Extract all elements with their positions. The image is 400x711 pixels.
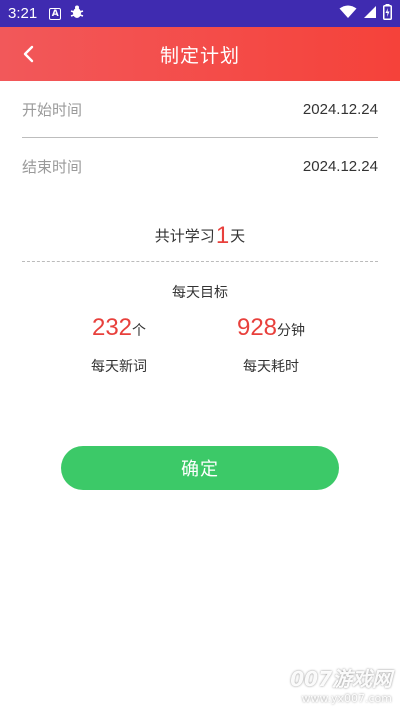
- wifi-icon: [339, 5, 357, 23]
- status-time: 3:21: [8, 5, 38, 22]
- status-icons: [339, 3, 392, 24]
- chevron-left-icon: [23, 45, 34, 63]
- end-time-value[interactable]: 2024.12.24: [303, 158, 378, 175]
- watermark-line2: www.yx007.com: [301, 692, 392, 705]
- battery-icon: [383, 3, 392, 24]
- confirm-button[interactable]: 确定: [61, 446, 339, 490]
- total-prefix: 共计学习: [154, 227, 215, 245]
- start-time-label: 开始时间: [22, 101, 83, 119]
- status-bar: 3:21 A: [0, 0, 400, 27]
- watermark: 007游戏网 www.yx007.com: [290, 663, 392, 705]
- bug-icon: [69, 4, 85, 23]
- time-spent-caption: 每天耗时: [243, 359, 299, 375]
- time-spent-unit: 分钟: [277, 323, 306, 339]
- start-time-value[interactable]: 2024.12.24: [303, 101, 378, 118]
- end-time-label: 结束时间: [22, 157, 83, 176]
- daily-time-spent: 928分钟 每天耗时: [196, 314, 346, 376]
- a-icon: A: [49, 7, 62, 20]
- time-spent-value: 928: [236, 314, 278, 341]
- total-suffix: 天: [230, 227, 246, 245]
- watermark-line1: 007游戏网: [290, 667, 392, 691]
- total-days-number: 1: [215, 221, 230, 249]
- back-button[interactable]: [14, 39, 44, 69]
- new-words-value: 232: [91, 314, 133, 341]
- page-title: 制定计划: [159, 44, 240, 67]
- daily-new-words: 232个 每天新词: [44, 314, 194, 376]
- new-words-caption: 每天新词: [91, 359, 147, 375]
- app-bar: 制定计划: [0, 27, 400, 81]
- total-study-days: 共计学习 1 天: [22, 210, 378, 262]
- new-words-unit: 个: [132, 323, 147, 339]
- end-time-row[interactable]: 结束时间 2024.12.24: [22, 138, 378, 194]
- daily-goal-title: 每天目标: [172, 285, 228, 301]
- start-time-row[interactable]: 开始时间 2024.12.24: [22, 82, 378, 138]
- signal-icon: [363, 5, 377, 23]
